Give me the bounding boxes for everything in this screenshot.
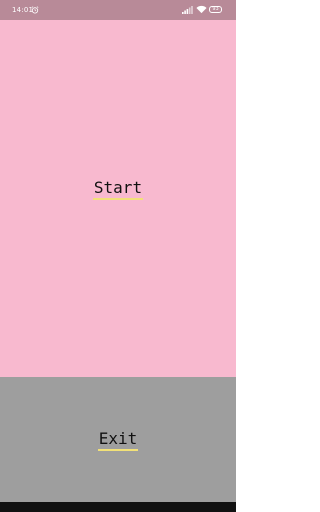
alarm-icon	[31, 6, 39, 14]
status-bar: 14:01 93	[0, 0, 236, 20]
exit-button-label: Exit	[97, 430, 139, 451]
status-time: 14:01	[12, 6, 34, 14]
wifi-icon	[196, 5, 207, 14]
navigation-bar	[0, 502, 236, 512]
signal-icon	[182, 6, 193, 14]
battery-icon: 93	[209, 6, 222, 13]
start-button-label: Start	[92, 179, 144, 200]
exit-panel[interactable]: Exit	[0, 377, 236, 502]
exit-button[interactable]: Exit	[0, 429, 236, 451]
start-panel[interactable]: Start	[0, 20, 236, 377]
start-button[interactable]: Start	[0, 178, 236, 200]
app-screen: 14:01 93 Start Exit	[0, 0, 236, 512]
